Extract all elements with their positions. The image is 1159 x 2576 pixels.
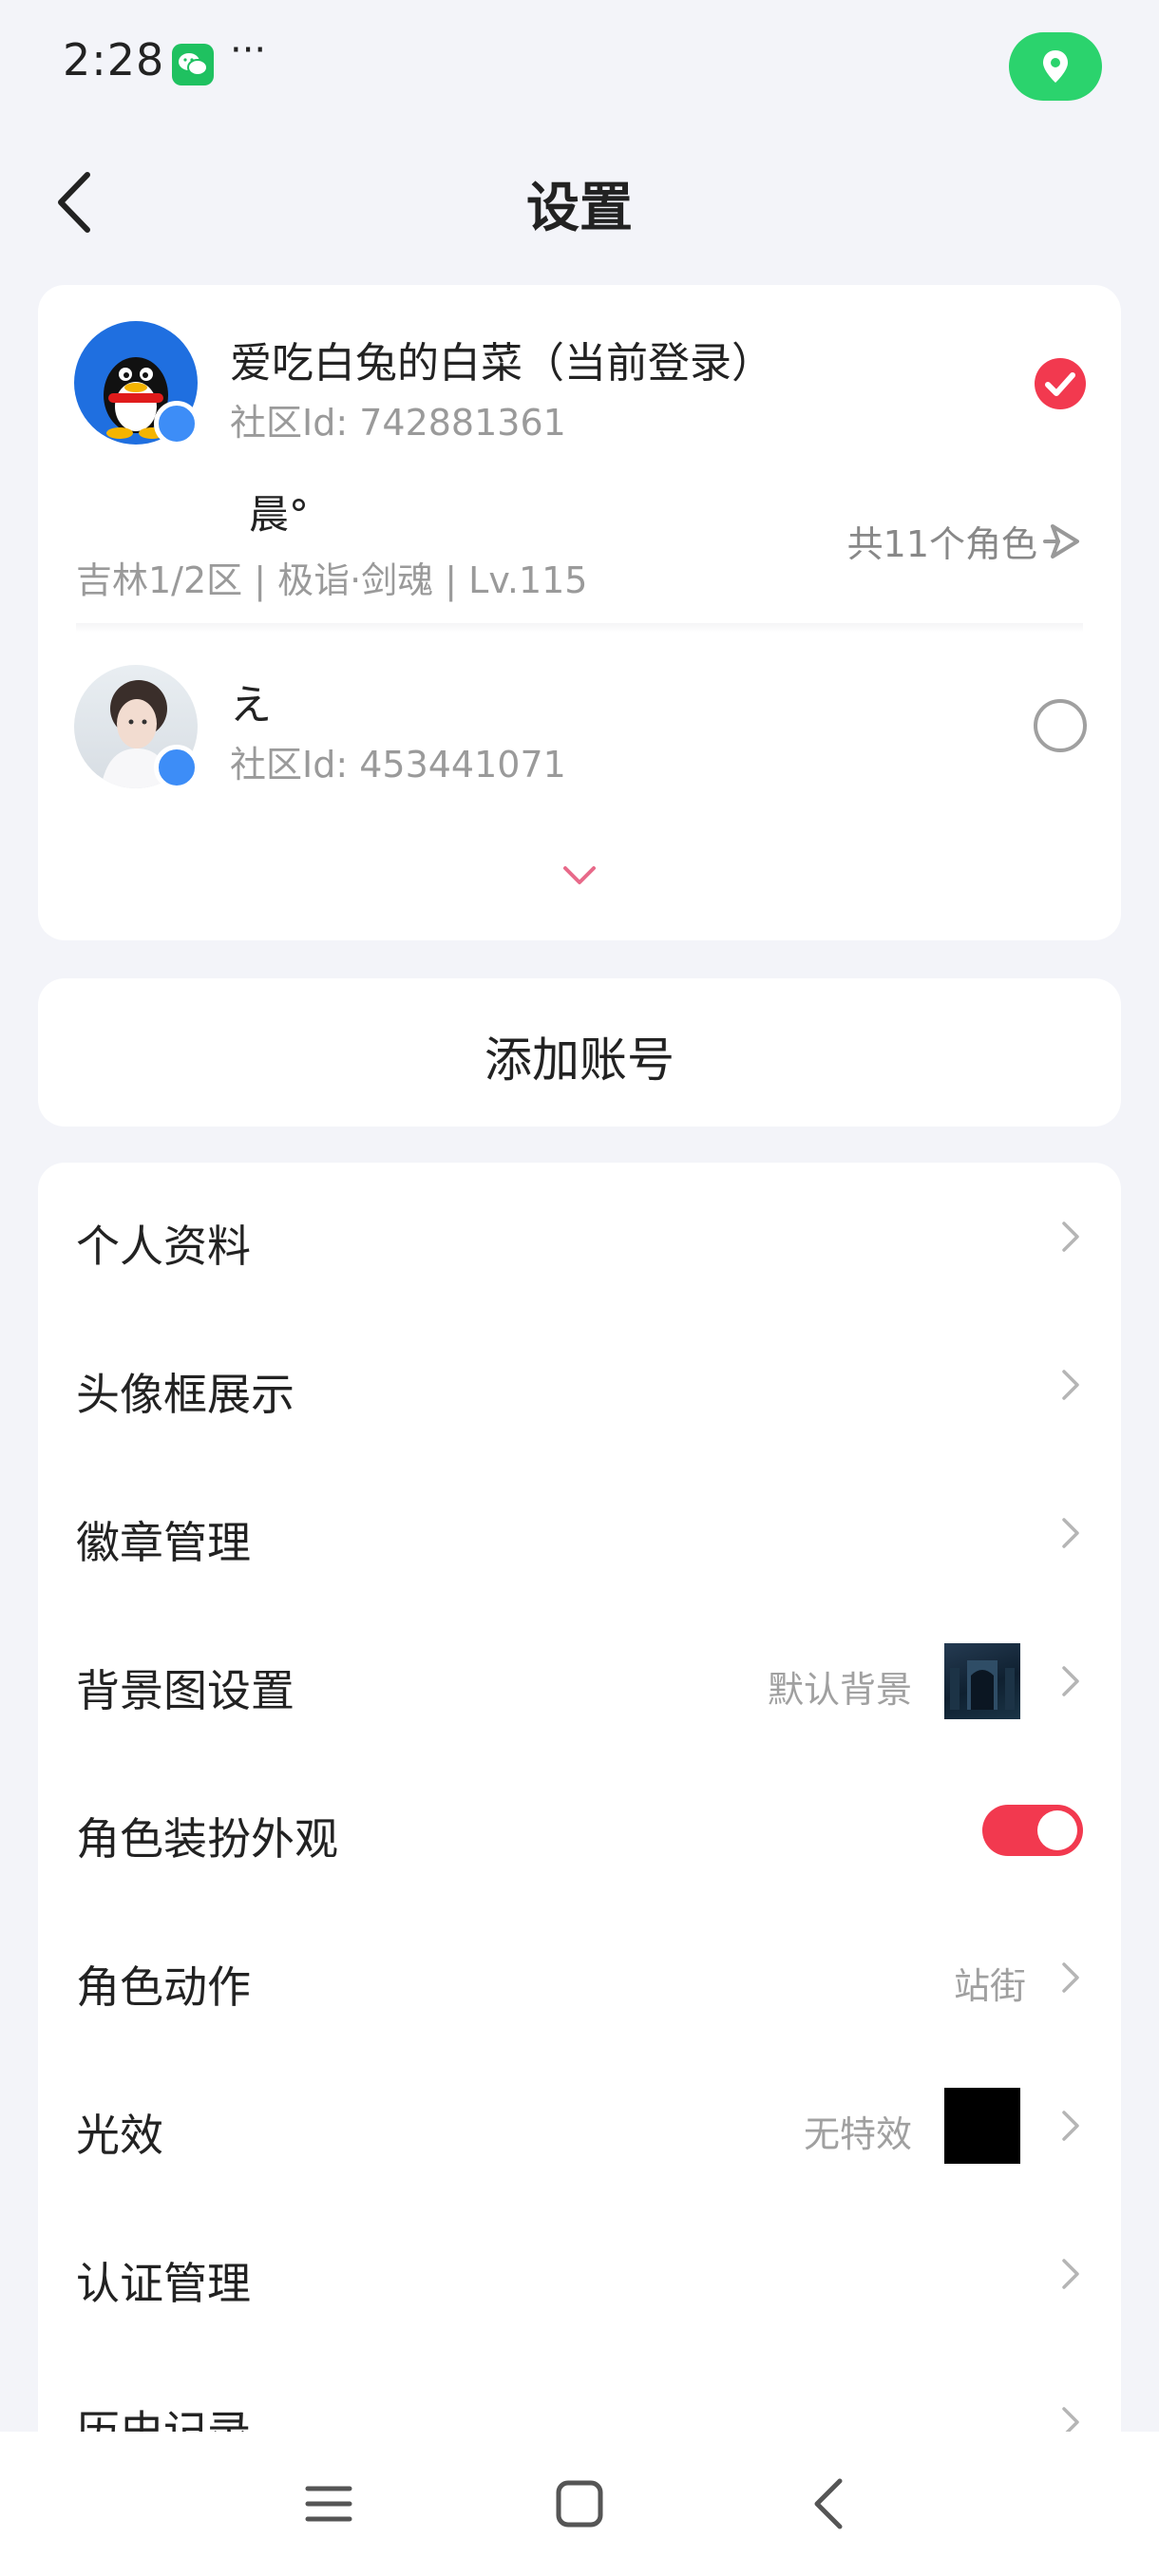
setting-value: 站街 [953, 1965, 1026, 2007]
setting-label: 角色动作 [76, 1961, 251, 2013]
switch-role-icon[interactable] [1039, 519, 1085, 564]
costume-toggle[interactable] [982, 1805, 1083, 1856]
chevron-right-icon [1062, 1962, 1079, 1993]
setting-label: 个人资料 [76, 1221, 251, 1272]
setting-value: 默认背景 [767, 1669, 912, 1711]
settings-page: 2:28 ··· 设置 爱吃白兔的白菜（当前登录） 社区Id: 74288136… [0, 0, 1159, 2576]
chevron-right-icon [1062, 1222, 1079, 1252]
role-count: 共11个角色 [846, 523, 1037, 565]
setting-label: 认证管理 [76, 2258, 251, 2309]
location-icon[interactable] [1009, 32, 1102, 101]
menu-icon[interactable] [300, 2475, 357, 2532]
chevron-right-icon [1062, 1666, 1079, 1696]
account-id: 社区Id: 742881361 [230, 402, 566, 444]
wechat-icon [172, 44, 214, 85]
chevron-right-icon [1062, 1518, 1079, 1548]
status-time: 2:28 [63, 34, 165, 85]
account-id: 社区Id: 453441071 [230, 744, 566, 786]
role-name: 晨° [249, 491, 310, 538]
home-icon[interactable] [551, 2475, 608, 2532]
account-name: 爱吃白兔的白菜（当前登录） [230, 339, 773, 388]
status-more-dots: ··· [230, 28, 267, 72]
setting-row-costume: 角色装扮外观 [38, 1755, 1121, 1904]
chevron-right-icon [1062, 2111, 1079, 2141]
chevron-right-icon [1062, 1370, 1079, 1400]
setting-label: 头像框展示 [76, 1369, 294, 1420]
setting-value: 无特效 [803, 2113, 912, 2155]
status-bar: 2:28 ··· [0, 0, 1159, 133]
settings-list: 个人资料 头像框展示 徽章管理 背景图设置 默认背景 角色装扮外观 角色动作 站… [38, 1163, 1121, 2576]
chevron-right-icon [1062, 2259, 1079, 2289]
add-account-label: 添加账号 [484, 1032, 674, 1088]
qq-badge-icon [154, 401, 200, 446]
setting-row-light-effect[interactable]: 光效 无特效 [38, 2052, 1121, 2200]
setting-label: 徽章管理 [76, 1517, 251, 1568]
back-icon[interactable] [802, 2475, 859, 2532]
checked-icon[interactable] [1034, 357, 1087, 410]
setting-row-avatar-frame[interactable]: 头像框展示 [38, 1311, 1121, 1459]
page-title: 设置 [526, 178, 633, 239]
header: 设置 [0, 142, 1159, 256]
chevron-down-icon[interactable] [562, 864, 597, 887]
setting-label: 背景图设置 [76, 1665, 294, 1716]
system-nav-bar [0, 2432, 1159, 2576]
divider [76, 623, 1083, 633]
setting-row-background[interactable]: 背景图设置 默认背景 [38, 1607, 1121, 1755]
add-account-button[interactable]: 添加账号 [38, 978, 1121, 1127]
setting-row-action[interactable]: 角色动作 站街 [38, 1904, 1121, 2052]
setting-row-verification[interactable]: 认证管理 [38, 2200, 1121, 2348]
background-thumbnail [944, 1643, 1020, 1719]
account-name: え [230, 681, 272, 729]
radio-unchecked-icon[interactable] [1034, 699, 1087, 752]
qq-badge-icon [154, 745, 200, 790]
account-list-card: 爱吃白兔的白菜（当前登录） 社区Id: 742881361 晨° 吉林1/2区 … [38, 285, 1121, 940]
effect-thumbnail [944, 2088, 1020, 2164]
setting-row-profile[interactable]: 个人资料 [38, 1163, 1121, 1311]
toggle-knob [1037, 1810, 1077, 1850]
setting-label: 光效 [76, 2110, 163, 2161]
setting-row-badges[interactable]: 徽章管理 [38, 1459, 1121, 1607]
setting-label: 角色装扮外观 [76, 1813, 338, 1865]
role-server-info: 吉林1/2区 | 极诣·剑魂 | Lv.115 [76, 559, 588, 601]
